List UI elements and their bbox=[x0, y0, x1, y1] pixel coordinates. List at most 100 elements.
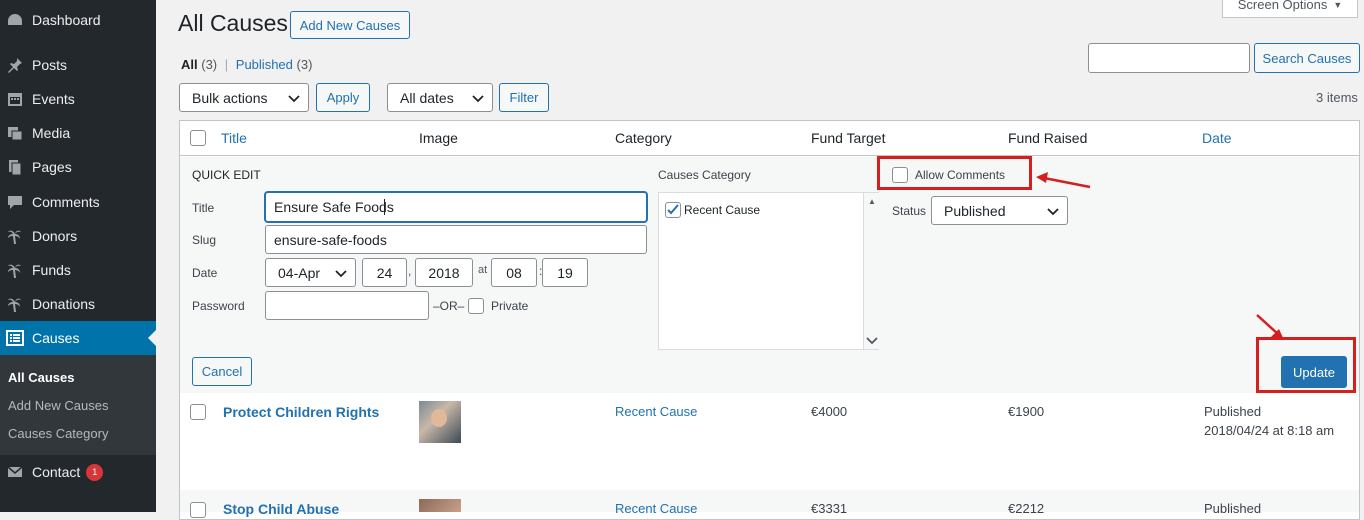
screen-options-button[interactable]: Screen Options ▼ bbox=[1222, 0, 1358, 18]
filter-button[interactable]: Filter bbox=[499, 83, 549, 112]
chevron-down-icon bbox=[1047, 203, 1059, 219]
row-title-link[interactable]: Stop Child Abuse bbox=[223, 501, 339, 517]
scroll-down-icon[interactable] bbox=[866, 333, 878, 348]
row-fund-target: €3331 bbox=[811, 501, 848, 516]
submenu-all-causes[interactable]: All Causes bbox=[8, 370, 74, 385]
submenu-add-new-causes[interactable]: Add New Causes bbox=[8, 398, 108, 413]
search-input[interactable] bbox=[1088, 43, 1250, 73]
bulk-actions-select[interactable]: Bulk actions bbox=[179, 83, 309, 112]
minute-input[interactable]: 19 bbox=[542, 258, 588, 287]
filter-all-count: (3) bbox=[201, 57, 218, 72]
sidebar-item-label: Posts bbox=[32, 57, 68, 73]
cause-thumbnail bbox=[419, 401, 461, 443]
sidebar-item-causes[interactable]: Causes bbox=[0, 321, 156, 355]
slug-label: Slug bbox=[192, 233, 217, 247]
year-input[interactable]: 2018 bbox=[415, 258, 473, 287]
sidebar-item-donations[interactable]: Donations bbox=[0, 287, 156, 321]
at-label: at bbox=[478, 264, 488, 276]
causes-category-label: Causes Category bbox=[658, 168, 751, 182]
pin-icon bbox=[6, 56, 24, 74]
comment-icon bbox=[6, 193, 24, 211]
filter-all[interactable]: All bbox=[181, 57, 198, 72]
submenu-causes-category[interactable]: Causes Category bbox=[8, 426, 108, 441]
notification-badge: 1 bbox=[86, 463, 104, 481]
filter-published[interactable]: Published bbox=[236, 57, 293, 72]
sidebar-item-posts[interactable]: Posts bbox=[0, 48, 156, 82]
date-label: Date bbox=[192, 266, 218, 280]
row-title-link[interactable]: Protect Children Rights bbox=[223, 404, 379, 420]
row-checkbox[interactable] bbox=[190, 502, 206, 518]
sidebar-item-donors[interactable]: Donors bbox=[0, 219, 156, 253]
sidebar-item-label: Comments bbox=[32, 194, 100, 210]
row-fund-raised: €2212 bbox=[1008, 501, 1045, 516]
caret-down-icon: ▼ bbox=[1333, 0, 1343, 10]
recent-cause-checkbox[interactable] bbox=[665, 202, 681, 218]
pages-icon bbox=[6, 158, 24, 176]
sidebar-item-label: Events bbox=[32, 91, 75, 107]
palm-icon bbox=[6, 261, 24, 279]
sidebar-item-dashboard[interactable]: Dashboard bbox=[0, 3, 156, 37]
scroll-up-icon[interactable]: ▲ bbox=[868, 197, 876, 206]
row-category-link[interactable]: Recent Cause bbox=[615, 501, 697, 516]
date-comma: , bbox=[408, 264, 412, 278]
search-causes-button[interactable]: Search Causes bbox=[1254, 43, 1360, 73]
column-image: Image bbox=[419, 130, 458, 146]
month-select[interactable]: 04-Apr bbox=[265, 258, 356, 287]
row-fund-target: €4000 bbox=[811, 404, 848, 419]
column-title[interactable]: Title bbox=[221, 130, 247, 146]
table-row-alt bbox=[180, 490, 1359, 512]
sidebar-item-label: Pages bbox=[32, 159, 72, 175]
add-new-causes-button[interactable]: Add New Causes bbox=[290, 11, 410, 39]
date-filter-value: All dates bbox=[400, 89, 454, 106]
category-item-label: Recent Cause bbox=[684, 203, 761, 217]
row-fund-raised: €1900 bbox=[1008, 404, 1045, 419]
highlight-box-update bbox=[1256, 337, 1356, 393]
bulk-actions-value: Bulk actions bbox=[192, 89, 268, 106]
sidebar-item-label: Contact bbox=[32, 464, 81, 480]
sidebar-item-comments[interactable]: Comments bbox=[0, 185, 156, 219]
month-value: 04-Apr bbox=[278, 264, 321, 281]
checkmark-icon bbox=[667, 204, 679, 215]
quick-edit-heading: QUICK EDIT bbox=[192, 168, 261, 182]
sidebar-item-label: Donors bbox=[32, 228, 78, 244]
category-checklist[interactable]: Recent Cause ▲ bbox=[658, 192, 879, 350]
table-header bbox=[179, 120, 1360, 156]
date-filter-select[interactable]: All dates bbox=[387, 83, 493, 112]
palm-icon bbox=[6, 295, 24, 313]
items-count: 3 items bbox=[1316, 90, 1358, 105]
arrow-pointer-icon bbox=[1036, 172, 1091, 189]
calendar-icon bbox=[6, 90, 24, 108]
chevron-down-icon bbox=[472, 90, 484, 106]
category-scrollbar[interactable]: ▲ bbox=[863, 193, 879, 349]
chevron-down-icon bbox=[335, 265, 347, 281]
causes-submenu: All Causes Add New Causes Causes Categor… bbox=[0, 355, 156, 455]
or-label: –OR– bbox=[433, 299, 465, 313]
slug-input[interactable]: ensure-safe-foods bbox=[265, 225, 647, 254]
sidebar-item-funds[interactable]: Funds bbox=[0, 253, 156, 287]
filter-separator: | bbox=[224, 57, 229, 72]
row-category-link[interactable]: Recent Cause bbox=[615, 404, 697, 419]
row-checkbox[interactable] bbox=[190, 404, 206, 420]
mail-icon bbox=[6, 463, 24, 481]
admin-sidebar: Dashboard Posts Events Media Pages Comme… bbox=[0, 0, 156, 512]
status-value: Published bbox=[944, 202, 1006, 219]
apply-button[interactable]: Apply bbox=[316, 83, 370, 112]
text-cursor bbox=[384, 199, 385, 215]
cancel-button[interactable]: Cancel bbox=[192, 357, 252, 386]
day-input[interactable]: 24 bbox=[362, 258, 407, 287]
sidebar-item-contact[interactable]: Contact 1 bbox=[0, 455, 156, 489]
sidebar-item-pages[interactable]: Pages bbox=[0, 150, 156, 184]
column-fund-raised: Fund Raised bbox=[1008, 130, 1088, 146]
sidebar-item-media[interactable]: Media bbox=[0, 116, 156, 150]
select-all-checkbox[interactable] bbox=[190, 130, 206, 146]
hour-input[interactable]: 08 bbox=[491, 258, 537, 287]
title-input[interactable]: Ensure Safe Foods bbox=[265, 192, 647, 222]
status-select[interactable]: Published bbox=[931, 196, 1068, 225]
private-checkbox[interactable] bbox=[468, 298, 484, 314]
password-input[interactable] bbox=[265, 291, 429, 320]
column-date[interactable]: Date bbox=[1202, 130, 1232, 146]
status-label: Status bbox=[892, 204, 927, 218]
sidebar-item-events[interactable]: Events bbox=[0, 82, 156, 116]
column-category: Category bbox=[615, 130, 672, 146]
row-date: 2018/04/24 at 8:18 am bbox=[1204, 423, 1335, 438]
